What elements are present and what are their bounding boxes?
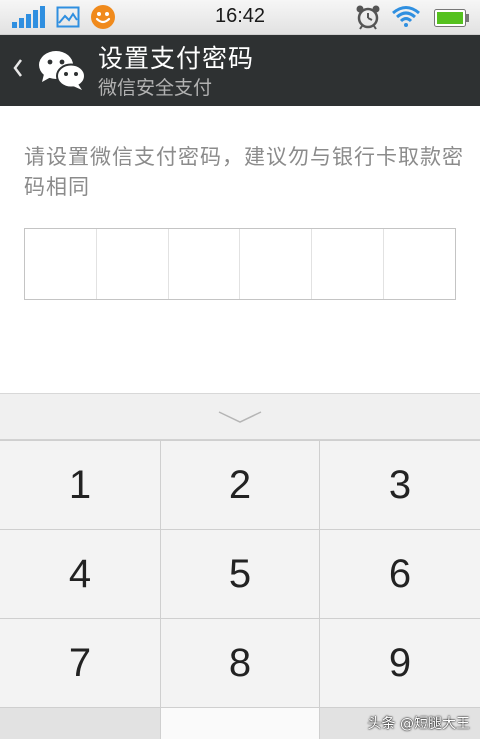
pin-digit-box[interactable]: [384, 229, 455, 299]
key-9[interactable]: 9: [320, 619, 480, 707]
wifi-icon: [392, 5, 420, 31]
pin-digit-box[interactable]: [169, 229, 241, 299]
pin-digit-box[interactable]: [25, 229, 97, 299]
chevron-left-icon[interactable]: [12, 57, 24, 84]
key-8[interactable]: 8: [161, 619, 319, 707]
pin-digit-box[interactable]: [312, 229, 385, 299]
key-4[interactable]: 4: [0, 530, 160, 618]
page-subtitle: 微信安全支付: [98, 77, 213, 99]
key-6[interactable]: 6: [320, 530, 480, 618]
alarm-clock-icon: [355, 4, 381, 34]
wechat-logo-icon[interactable]: [38, 49, 86, 95]
payment-password-screen: 16:42 设置支付密码 微信安全支付 请设置微信支付密码，建议勿与银行卡取款密…: [0, 0, 480, 739]
key-2[interactable]: 2: [161, 441, 319, 529]
key-1[interactable]: 1: [0, 441, 160, 529]
key-3[interactable]: 3: [320, 441, 480, 529]
page-title: 设置支付密码: [98, 44, 255, 73]
key-blank-left: [0, 708, 160, 739]
password-input[interactable]: [24, 228, 456, 300]
chevron-down-icon[interactable]: [217, 409, 263, 425]
battery-icon: [434, 9, 470, 31]
key-5[interactable]: 5: [161, 530, 319, 618]
key-7[interactable]: 7: [0, 619, 160, 707]
key-0[interactable]: [161, 708, 319, 739]
status-bar: 16:42: [0, 0, 480, 35]
watermark: 头条 @短腿大王: [367, 716, 470, 732]
pin-digit-box[interactable]: [97, 229, 169, 299]
keyboard-collapse-bar[interactable]: [0, 393, 480, 440]
pin-digit-box[interactable]: [240, 229, 313, 299]
numeric-keypad: 1 2 3 4 5 6 7 8 9: [0, 440, 480, 739]
instruction-text: 请设置微信支付密码，建议勿与银行卡取款密码相同: [24, 145, 464, 199]
title-bar: 设置支付密码 微信安全支付: [0, 35, 480, 106]
